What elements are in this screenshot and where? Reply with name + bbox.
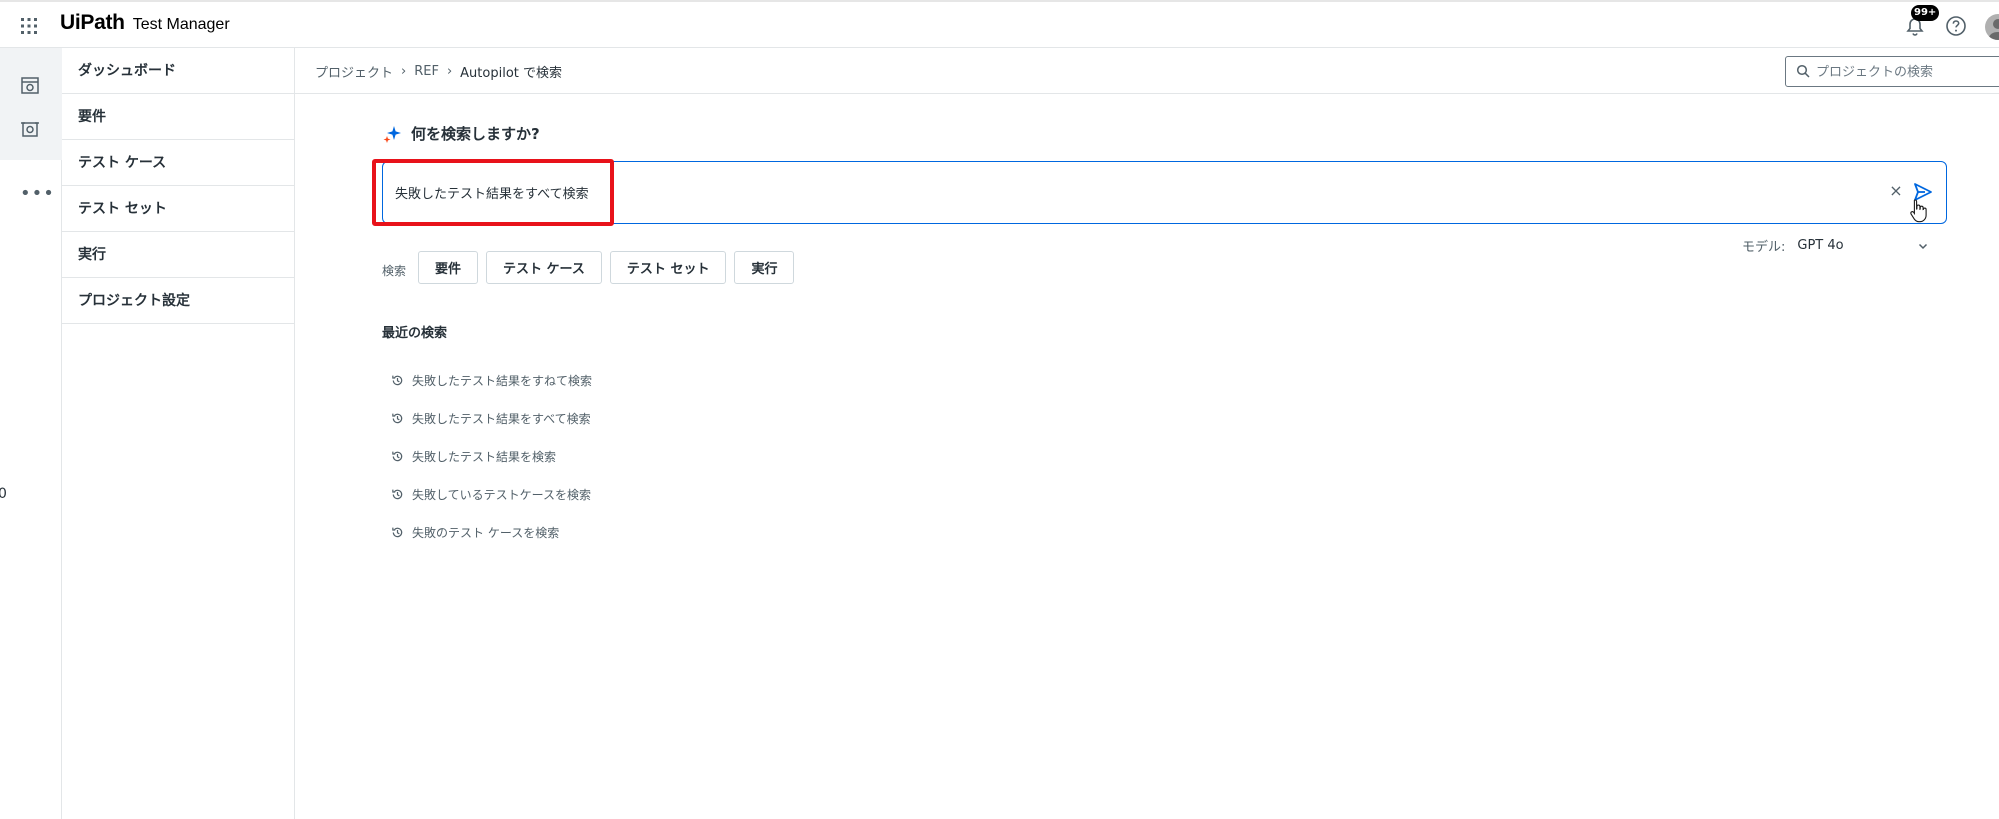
recent-search-item[interactable]: 失敗したテスト結果をすねて検索: [391, 361, 592, 399]
recent-search-item[interactable]: 失敗しているテストケースを検索: [391, 475, 592, 513]
top-header: UiPath Test Manager 99+: [0, 0, 1999, 48]
recent-searches-title: 最近の検索: [382, 326, 448, 341]
nav-item-project-settings[interactable]: プロジェクト設定: [62, 278, 294, 324]
project-search-input[interactable]: [1816, 61, 1999, 83]
test-manager-icon[interactable]: [19, 74, 41, 96]
icon-rail: ••• 0: [0, 48, 62, 819]
notification-badge: 99+: [1911, 5, 1940, 21]
filter-chip-test-sets[interactable]: テスト セット: [609, 251, 727, 284]
breadcrumb: プロジェクト › REF › Autopilot で検索: [315, 62, 562, 81]
search-heading: 何を検索しますか?: [382, 123, 540, 144]
breadcrumb-projects[interactable]: プロジェクト: [315, 62, 393, 81]
recent-search-text: 失敗したテスト結果をすねて検索: [412, 373, 593, 388]
clear-query-button[interactable]: ×: [1888, 181, 1904, 201]
history-icon: [392, 413, 403, 423]
robot-test-icon[interactable]: [19, 118, 41, 140]
project-nav: ダッシュボード 要件 テスト ケース テスト セット 実行 プロジェクト設定: [62, 48, 295, 819]
hand-cursor-icon: [1910, 199, 1927, 223]
history-icon: [392, 451, 403, 461]
rail-active-section: [0, 48, 62, 160]
model-selector[interactable]: モデル: GPT 4o: [1742, 236, 1929, 255]
breadcrumb-current: Autopilot で検索: [460, 66, 562, 81]
nav-item-requirements[interactable]: 要件: [62, 94, 294, 140]
filter-chip-executions[interactable]: 実行: [734, 251, 795, 284]
recent-search-text: 失敗したテスト結果を検索: [412, 449, 557, 464]
recent-search-item[interactable]: 失敗のテスト ケースを検索: [391, 513, 592, 551]
uipath-logo: UiPath: [60, 11, 125, 34]
rail-edge-mark: 0: [0, 486, 7, 502]
brand[interactable]: UiPath Test Manager: [60, 11, 230, 35]
filter-chip-test-cases[interactable]: テスト ケース: [486, 251, 602, 284]
search-heading-text: 何を検索しますか?: [411, 125, 540, 143]
recent-search-item[interactable]: 失敗したテスト結果を検索: [391, 437, 592, 475]
breadcrumb-separator: ›: [446, 64, 453, 79]
autopilot-query-input[interactable]: [395, 179, 1795, 205]
recent-search-text: 失敗したテスト結果をすべて検索: [412, 411, 591, 426]
more-apps-icon[interactable]: •••: [20, 183, 55, 204]
nav-item-executions[interactable]: 実行: [62, 232, 294, 278]
breadcrumb-bar: プロジェクト › REF › Autopilot で検索: [295, 48, 1999, 94]
help-icon[interactable]: [1945, 15, 1967, 37]
recent-search-text: 失敗しているテストケースを検索: [412, 487, 592, 502]
autopilot-query-box[interactable]: ×: [382, 161, 1947, 224]
project-search[interactable]: [1785, 56, 1999, 87]
model-value: GPT 4o: [1797, 238, 1844, 253]
chevron-down-icon: [1919, 243, 1928, 249]
recent-searches-list: 失敗したテスト結果をすねて検索 失敗したテスト結果をすべて検索 失敗したテスト結…: [391, 361, 592, 551]
nav-item-dashboard[interactable]: ダッシュボード: [62, 48, 294, 94]
filters-label: 検索: [382, 264, 407, 278]
nav-item-test-cases[interactable]: テスト ケース: [62, 140, 294, 186]
model-label: モデル:: [1742, 240, 1786, 255]
recent-search-item[interactable]: 失敗したテスト結果をすべて検索: [391, 399, 592, 437]
history-icon: [392, 489, 403, 499]
breadcrumb-project[interactable]: REF: [414, 64, 439, 79]
search-icon: [1796, 64, 1810, 78]
app-name: Test Manager: [132, 16, 230, 33]
filter-chip-requirements[interactable]: 要件: [418, 251, 479, 284]
autopilot-sparkle-icon: [383, 125, 401, 143]
history-icon: [392, 375, 403, 385]
app-launcher-icon[interactable]: [20, 17, 38, 35]
nav-item-test-sets[interactable]: テスト セット: [62, 186, 294, 232]
breadcrumb-separator: ›: [401, 64, 407, 79]
search-filters: 検索 要件 テスト ケース テスト セット 実行: [382, 251, 795, 284]
recent-search-text: 失敗のテスト ケースを検索: [412, 525, 560, 540]
user-icon: [1988, 19, 1999, 40]
history-icon: [392, 527, 403, 537]
user-avatar[interactable]: [1985, 14, 1999, 40]
